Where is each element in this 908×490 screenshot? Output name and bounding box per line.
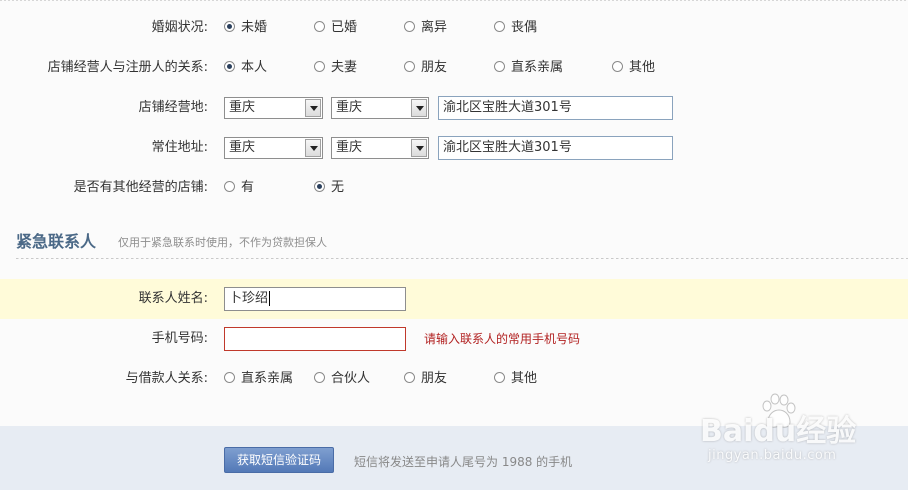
contact-name-row: 联系人姓名: 卜珍绍	[0, 279, 908, 319]
phone-error-message: 请输入联系人的常用手机号码	[424, 332, 581, 346]
radio-checked-icon	[314, 181, 325, 192]
marital-status-label: 婚姻状况:	[151, 20, 208, 35]
radio-unchecked-icon	[494, 372, 505, 383]
residence-row: 常住地址: 重庆 重庆 渝北区宝胜大道301号	[0, 128, 908, 168]
chevron-down-icon[interactable]	[411, 99, 427, 117]
residence-city-select[interactable]: 重庆	[331, 137, 429, 159]
relation-radio-self[interactable]: 本人	[224, 48, 267, 88]
radio-checked-icon	[224, 61, 235, 72]
operator-relation-row: 店铺经营人与注册人的关系: 本人 夫妻 朋友 直系亲属 其他	[0, 48, 908, 88]
radio-unchecked-icon	[612, 61, 623, 72]
contact-name-label: 联系人姓名:	[138, 291, 208, 306]
baidu-jingyan-watermark: Baidu经验 jingyan.baidu.com	[700, 392, 900, 472]
get-sms-code-button[interactable]: 获取短信验证码	[224, 447, 334, 473]
emergency-section-title: 紧急联系人	[16, 232, 97, 251]
borrower-relation-radio-partner[interactable]: 合伙人	[314, 359, 370, 399]
other-shops-row: 是否有其他经营的店铺: 有 无	[0, 168, 908, 208]
operator-relation-label: 店铺经营人与注册人的关系:	[47, 60, 208, 75]
marital-radio-widowed[interactable]: 丧偶	[494, 8, 537, 48]
other-shops-label: 是否有其他经营的店铺:	[73, 180, 208, 195]
emergency-section-subtitle: 仅用于紧急联系时使用，不作为贷款担保人	[118, 236, 327, 249]
contact-phone-label: 手机号码:	[151, 331, 208, 346]
radio-unchecked-icon	[314, 21, 325, 32]
chevron-down-icon[interactable]	[305, 99, 321, 117]
radio-unchecked-icon	[224, 181, 235, 192]
radio-unchecked-icon	[494, 61, 505, 72]
shop-city-select[interactable]: 重庆	[331, 97, 429, 119]
residence-province-select[interactable]: 重庆	[224, 137, 323, 159]
chevron-down-icon[interactable]	[305, 139, 321, 157]
watermark-brand: Baidu经验	[700, 414, 857, 449]
other-shops-radio-yes[interactable]: 有	[224, 168, 254, 208]
contact-name-input[interactable]: 卜珍绍	[224, 287, 406, 311]
radio-unchecked-icon	[314, 61, 325, 72]
radio-unchecked-icon	[494, 21, 505, 32]
radio-unchecked-icon	[314, 372, 325, 383]
shop-location-row: 店铺经营地: 重庆 重庆 渝北区宝胜大道301号	[0, 88, 908, 128]
chevron-down-icon[interactable]	[411, 139, 427, 157]
shop-province-select[interactable]: 重庆	[224, 97, 323, 119]
relation-radio-other[interactable]: 其他	[612, 48, 655, 88]
radio-unchecked-icon	[404, 61, 415, 72]
relation-radio-spouse[interactable]: 夫妻	[314, 48, 357, 88]
residence-address-input[interactable]: 渝北区宝胜大道301号	[438, 136, 673, 160]
marital-status-row: 婚姻状况: 未婚 已婚 离异 丧偶	[0, 8, 908, 48]
top-divider	[0, 0, 908, 2]
relation-radio-friend[interactable]: 朋友	[404, 48, 447, 88]
borrower-relation-radio-friend[interactable]: 朋友	[404, 359, 447, 399]
sms-note: 短信将发送至申请人尾号为 1988 的手机	[354, 455, 573, 469]
radio-unchecked-icon	[404, 372, 415, 383]
shop-location-label: 店铺经营地:	[138, 100, 208, 115]
marital-radio-unmarried[interactable]: 未婚	[224, 8, 267, 48]
other-shops-radio-no[interactable]: 无	[314, 168, 344, 208]
marital-radio-divorced[interactable]: 离异	[404, 8, 447, 48]
watermark-url: jingyan.baidu.com	[708, 448, 837, 463]
text-caret	[269, 291, 271, 306]
section-divider	[16, 258, 908, 259]
borrower-relation-radio-other[interactable]: 其他	[494, 359, 537, 399]
shop-address-input[interactable]: 渝北区宝胜大道301号	[438, 96, 673, 120]
borrower-relation-label: 与借款人关系:	[125, 371, 208, 386]
radio-unchecked-icon	[404, 21, 415, 32]
borrower-relation-radio-relative[interactable]: 直系亲属	[224, 359, 293, 399]
relation-radio-relative[interactable]: 直系亲属	[494, 48, 563, 88]
radio-checked-icon	[224, 21, 235, 32]
contact-phone-input[interactable]	[224, 327, 406, 351]
residence-label: 常住地址:	[151, 140, 208, 155]
radio-unchecked-icon	[224, 372, 235, 383]
marital-radio-married[interactable]: 已婚	[314, 8, 357, 48]
